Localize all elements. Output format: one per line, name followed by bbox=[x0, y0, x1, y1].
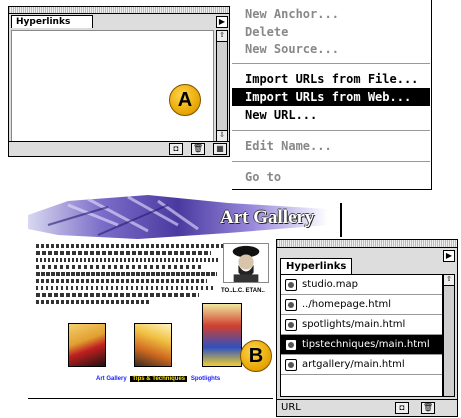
vertical-scrollbar[interactable]: ⇧ ⇩ bbox=[216, 30, 228, 142]
url-icon bbox=[285, 339, 297, 351]
url-label: spotlights/main.html bbox=[302, 319, 406, 330]
callout-badge-b: B bbox=[240, 340, 272, 372]
palette-options-menu: New Anchor... Delete New Source... Impor… bbox=[232, 0, 432, 190]
palette-bottom-bar: URL ◘ 🗑 bbox=[277, 399, 457, 416]
palette-bottom-bar: ◘ 🗑 ▦ bbox=[9, 141, 229, 156]
vertical-scrollbar[interactable]: ⇧ bbox=[443, 274, 455, 397]
url-icon bbox=[285, 359, 297, 371]
link-art-gallery[interactable]: Art Gallery bbox=[94, 376, 129, 382]
url-icon bbox=[285, 299, 297, 311]
new-url-button[interactable]: ◘ bbox=[169, 143, 183, 155]
hyperlinks-palette-bottom: ▶ Hyperlinks studio.map ../homepage.html… bbox=[276, 239, 458, 417]
palette-titlebar[interactable] bbox=[277, 240, 457, 248]
menu-item-import-urls-file[interactable]: Import URLs from File... bbox=[232, 70, 430, 88]
url-list: studio.map ../homepage.html spotlights/m… bbox=[280, 274, 443, 397]
url-icon bbox=[285, 319, 297, 331]
palette-menu-arrow-icon[interactable]: ▶ bbox=[443, 250, 455, 262]
page-nav-links: Art Gallery Tips & Techniques Spotlights bbox=[94, 376, 222, 382]
hyperlinks-tab[interactable]: Hyperlinks bbox=[280, 258, 352, 274]
url-icon bbox=[285, 279, 297, 291]
artist-portrait-image bbox=[223, 243, 269, 283]
url-list-item[interactable]: artgallery/main.html bbox=[281, 355, 442, 375]
resize-grip-icon[interactable]: ▦ bbox=[213, 143, 227, 155]
menu-item-go-to[interactable]: Go to bbox=[232, 168, 430, 186]
url-list-item[interactable]: studio.map bbox=[281, 275, 442, 295]
palette-tab-row: Hyperlinks bbox=[9, 14, 229, 28]
trash-icon[interactable]: 🗑 bbox=[421, 402, 435, 414]
url-label: artgallery/main.html bbox=[302, 359, 405, 370]
page-title: Art Gallery bbox=[220, 207, 315, 228]
menu-item-delete[interactable]: Delete bbox=[232, 23, 430, 41]
menu-separator bbox=[232, 161, 430, 162]
url-label: ../homepage.html bbox=[302, 299, 392, 310]
scroll-up-icon[interactable]: ⇧ bbox=[217, 31, 227, 42]
url-label: tipstechniques/main.html bbox=[302, 339, 430, 350]
gallery-thumbnail[interactable] bbox=[134, 323, 172, 367]
divider-line bbox=[28, 398, 273, 399]
portrait-caption: TO..L.C. ETAN.. bbox=[221, 288, 265, 294]
body-text-block bbox=[36, 241, 226, 307]
link-tips-techniques[interactable]: Tips & Techniques bbox=[130, 376, 188, 382]
url-footer-label: URL bbox=[281, 402, 301, 413]
divider-line bbox=[340, 203, 342, 237]
new-url-button[interactable]: ◘ bbox=[395, 402, 409, 414]
menu-item-import-urls-web[interactable]: Import URLs from Web... bbox=[232, 88, 430, 106]
url-label: studio.map bbox=[302, 279, 358, 290]
menu-item-new-source[interactable]: New Source... bbox=[232, 40, 430, 58]
menu-separator bbox=[232, 63, 430, 64]
scroll-down-icon[interactable]: ⇩ bbox=[217, 130, 227, 141]
link-spotlights[interactable]: Spotlights bbox=[189, 376, 222, 382]
url-list-item[interactable]: spotlights/main.html bbox=[281, 315, 442, 335]
hyperlinks-tab[interactable]: Hyperlinks bbox=[11, 15, 94, 28]
gallery-thumbnail[interactable] bbox=[202, 303, 242, 367]
url-list-item-selected[interactable]: tipstechniques/main.html bbox=[281, 335, 442, 355]
menu-item-new-anchor[interactable]: New Anchor... bbox=[232, 5, 430, 23]
palette-titlebar[interactable] bbox=[9, 7, 229, 14]
menu-item-new-url[interactable]: New URL... bbox=[232, 106, 430, 124]
url-list-item[interactable]: ../homepage.html bbox=[281, 295, 442, 315]
palette-menu-arrow-icon[interactable]: ▶ bbox=[216, 16, 228, 28]
trash-icon[interactable]: 🗑 bbox=[191, 143, 205, 155]
menu-separator bbox=[232, 130, 430, 131]
callout-badge-a: A bbox=[169, 84, 201, 116]
gallery-thumbnail[interactable] bbox=[68, 323, 106, 367]
hyperlinks-palette-top: Hyperlinks ▶ ⇧ ⇩ ◘ 🗑 ▦ bbox=[8, 6, 230, 157]
menu-item-edit-name[interactable]: Edit Name... bbox=[232, 137, 430, 155]
scroll-up-icon[interactable]: ⇧ bbox=[444, 275, 454, 286]
